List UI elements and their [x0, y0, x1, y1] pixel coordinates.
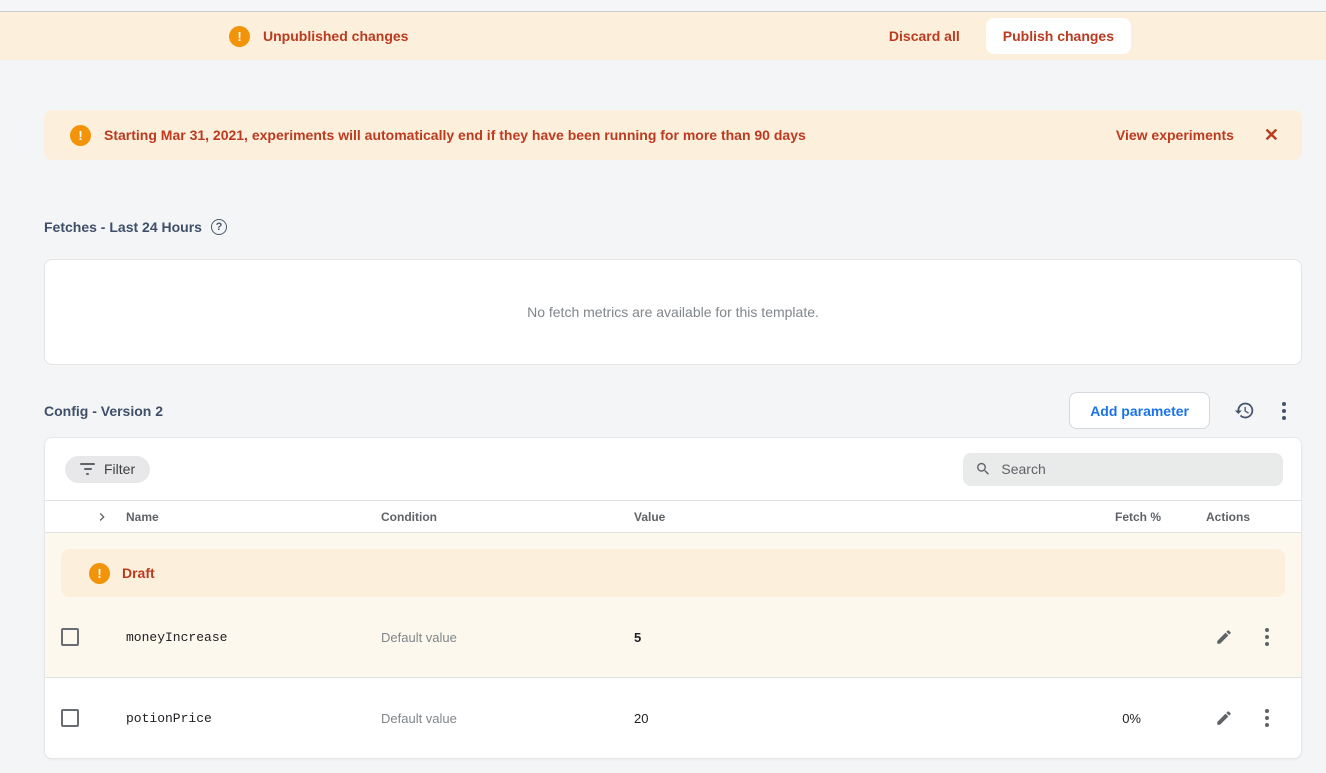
- config-header: Config - Version 2 Add parameter: [44, 392, 1302, 429]
- experiments-notice-text: Starting Mar 31, 2021, experiments will …: [104, 127, 806, 143]
- column-header-value: Value: [634, 510, 1041, 524]
- draft-section: ! Draft moneyIncrease Default value 5: [45, 533, 1301, 678]
- discard-all-button[interactable]: Discard all: [889, 28, 960, 44]
- warning-icon: !: [89, 563, 110, 584]
- draft-banner: ! Draft: [61, 549, 1285, 597]
- filter-button[interactable]: Filter: [65, 456, 150, 483]
- parameter-condition: Default value: [381, 630, 634, 645]
- close-icon[interactable]: ✕: [1264, 126, 1279, 144]
- parameters-table-card: Filter Name Condition Value Fetch % Acti…: [44, 437, 1302, 759]
- fetches-section-header: Fetches - Last 24 Hours ?: [44, 219, 1302, 235]
- expand-all-chevron-icon[interactable]: [45, 509, 126, 525]
- unpublished-changes-banner: ! Unpublished changes Discard all Publis…: [0, 12, 1326, 60]
- row-menu-kebab-icon[interactable]: [1261, 626, 1273, 648]
- column-header-actions: Actions: [1161, 510, 1301, 524]
- view-experiments-link[interactable]: View experiments: [1116, 127, 1234, 143]
- fetch-metrics-card: No fetch metrics are available for this …: [44, 259, 1302, 365]
- table-row: potionPrice Default value 20 0%: [45, 678, 1301, 758]
- filter-icon: [80, 463, 95, 475]
- table-row: moneyIncrease Default value 5: [45, 597, 1301, 677]
- config-version-title: Config - Version 2: [44, 403, 163, 419]
- warning-icon: !: [229, 26, 250, 47]
- version-history-icon[interactable]: [1234, 400, 1255, 421]
- publish-changes-button[interactable]: Publish changes: [986, 18, 1131, 54]
- fetch-metrics-empty-message: No fetch metrics are available for this …: [527, 304, 819, 320]
- parameter-value: 20: [634, 711, 1041, 726]
- help-icon[interactable]: ?: [211, 219, 227, 235]
- filter-label: Filter: [104, 461, 135, 477]
- unpublished-changes-label: Unpublished changes: [263, 28, 408, 44]
- column-header-condition: Condition: [381, 510, 634, 524]
- row-checkbox[interactable]: [61, 709, 79, 727]
- search-box[interactable]: [963, 453, 1283, 486]
- draft-label: Draft: [122, 565, 155, 581]
- table-header-row: Name Condition Value Fetch % Actions: [45, 500, 1301, 533]
- column-header-name: Name: [126, 510, 381, 524]
- parameter-condition: Default value: [381, 711, 634, 726]
- parameter-fetch-percent: 0%: [1041, 711, 1161, 726]
- parameter-name: potionPrice: [126, 711, 381, 726]
- warning-icon: !: [70, 125, 91, 146]
- add-parameter-button[interactable]: Add parameter: [1069, 392, 1210, 429]
- edit-pencil-icon[interactable]: [1215, 628, 1233, 646]
- row-checkbox[interactable]: [61, 628, 79, 646]
- edit-pencil-icon[interactable]: [1215, 709, 1233, 727]
- column-header-fetch: Fetch %: [1041, 510, 1161, 524]
- top-edge: [0, 0, 1326, 12]
- fetches-title: Fetches - Last 24 Hours: [44, 219, 202, 235]
- search-icon: [975, 460, 991, 478]
- table-toolbar: Filter: [45, 438, 1301, 500]
- parameter-value: 5: [634, 630, 1041, 645]
- search-input[interactable]: [1001, 461, 1271, 477]
- row-menu-kebab-icon[interactable]: [1261, 707, 1273, 729]
- parameter-name: moneyIncrease: [126, 630, 381, 645]
- experiments-notice-banner: ! Starting Mar 31, 2021, experiments wil…: [44, 110, 1302, 160]
- config-menu-kebab-icon[interactable]: [1278, 400, 1290, 422]
